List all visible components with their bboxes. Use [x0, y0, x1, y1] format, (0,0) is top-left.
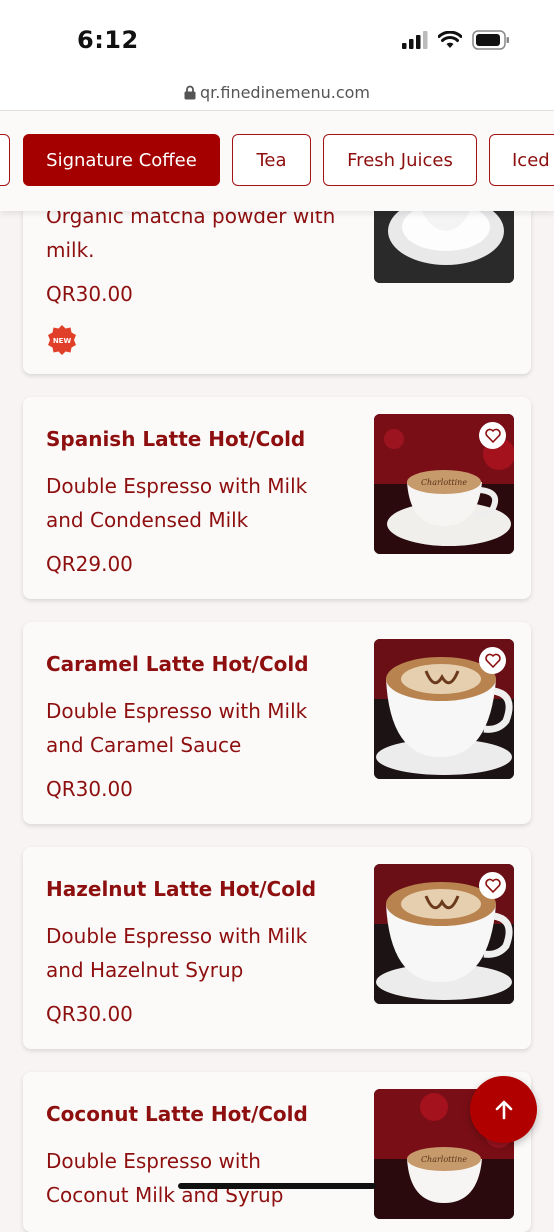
- wifi-icon: [438, 31, 462, 48]
- status-time: 6:12: [77, 26, 139, 54]
- tab-signature-coffee[interactable]: Signature Coffee: [23, 134, 220, 186]
- menu-item-card[interactable]: Coconut Latte Hot/Cold Double Espresso w…: [23, 1072, 531, 1232]
- url-text: qr.finedinemenu.com: [200, 83, 370, 102]
- favorite-button[interactable]: [479, 647, 506, 674]
- lock-icon: [184, 85, 196, 100]
- item-description: Double Espresso with Coconut Milk and Sy…: [46, 1149, 284, 1207]
- scroll-to-top-button[interactable]: [470, 1076, 537, 1143]
- tab-iced[interactable]: Iced: [489, 134, 554, 186]
- item-description: Double Espresso with Milk and Caramel Sa…: [46, 699, 308, 757]
- url-display[interactable]: qr.finedinemenu.com: [0, 83, 554, 102]
- item-price: QR30.00: [46, 1002, 133, 1026]
- item-name: Spanish Latte Hot/Cold: [46, 427, 306, 451]
- heart-icon: [484, 878, 501, 893]
- menu-item-card[interactable]: Caramel Latte Hot/Cold Double Espresso w…: [23, 622, 531, 824]
- home-indicator[interactable]: [178, 1183, 376, 1189]
- tab-fresh-juices[interactable]: Fresh Juices: [323, 134, 477, 186]
- status-bar: 6:12: [0, 0, 554, 80]
- favorite-button[interactable]: [479, 872, 506, 899]
- item-name: Hazelnut Latte Hot/Cold: [46, 877, 317, 901]
- menu-item-card[interactable]: Spanish Latte Hot/Cold Double Espresso w…: [23, 397, 531, 599]
- item-photo[interactable]: Charlottine: [374, 414, 514, 554]
- item-price: QR29.00: [46, 552, 133, 576]
- signal-icon: [402, 31, 428, 49]
- item-price: QR30.00: [46, 282, 133, 306]
- heart-icon: [484, 428, 501, 443]
- browser-address-bar[interactable]: qr.finedinemenu.com: [0, 80, 554, 111]
- tab-previous-category[interactable]: [0, 134, 10, 186]
- battery-icon: [472, 30, 509, 50]
- item-description: Double Espresso with Milk and Condensed …: [46, 474, 308, 532]
- menu-item-card[interactable]: Hazelnut Latte Hot/Cold Double Espresso …: [23, 847, 531, 1049]
- item-name: Coconut Latte Hot/Cold: [46, 1102, 308, 1126]
- new-badge-label: NEW: [53, 337, 72, 345]
- system-icons: [402, 30, 510, 50]
- item-photo[interactable]: [374, 864, 514, 1004]
- new-badge-icon: NEW: [48, 325, 76, 355]
- svg-text:Charlottine: Charlottine: [421, 478, 467, 487]
- item-name: Caramel Latte Hot/Cold: [46, 652, 309, 676]
- item-description: Double Espresso with Milk and Hazelnut S…: [46, 924, 308, 982]
- item-photo[interactable]: [374, 639, 514, 779]
- tab-tea[interactable]: Tea: [232, 134, 311, 186]
- arrow-up-icon: [495, 1100, 512, 1119]
- favorite-button[interactable]: [479, 422, 506, 449]
- item-price: QR30.00: [46, 777, 133, 801]
- heart-icon: [484, 653, 501, 668]
- svg-text:Charlottine: Charlottine: [421, 1155, 467, 1164]
- category-tabs: Signature Coffee Tea Fresh Juices Iced: [0, 111, 554, 211]
